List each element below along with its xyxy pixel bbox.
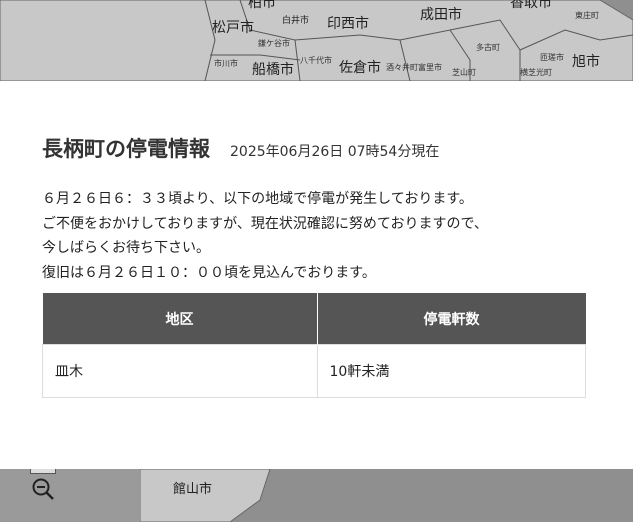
map-label: 船橋市 [252,62,294,78]
column-header-count: 停電軒数 [317,293,586,345]
message-line: 今しばらくお待ち下さい。 [42,240,210,256]
map-label: 匝瑳市 [540,53,564,62]
map-label: 香取市 [510,0,552,11]
page-title: 長柄町の停電情報 [42,137,210,161]
message-line: ご不便をおかけしておりますが、現在状況確認に努めておりますので、 [42,215,488,232]
outage-message: ６月２６日６：３３頃より、以下の地域で停電が発生しております。 ご不便をおかけし… [42,187,602,285]
map-label: 富里市 [418,63,442,72]
map-label: 旭市 [572,54,600,70]
map-label: 東庄町 [575,11,599,20]
table-header-row: 地区 停電軒数 [42,293,586,345]
map-label: 印西市 [327,16,369,32]
map-label: 成田市 [420,7,462,23]
map-label: 横芝光町 [520,68,552,77]
map-label: 多古町 [476,43,500,52]
map-label: 柏市 [248,0,276,11]
column-header-area: 地区 [42,293,318,345]
map-label: 酒々井町 [386,63,418,72]
table-row: 皿木 10軒未満 [42,344,586,398]
zoom-out-icon [32,478,54,500]
message-line: 復旧は６月２６日１０：００頃を見込んでおります。 [42,264,376,281]
zoom-in-button-edge[interactable] [30,469,56,474]
map-label: 市川市 [214,59,238,68]
cell-count: 10軒未満 [316,344,586,398]
outage-info-dialog: 長柄町の停電情報 2025年06月26日 07時54分現在 ６月２６日６：３３頃… [0,81,633,469]
zoom-out-button[interactable] [30,476,56,502]
map-label: 佐倉市 [339,60,381,76]
map-label: 白井市 [282,16,310,26]
outage-table: 地区 停電軒数 皿木 10軒未満 [42,293,586,398]
update-timestamp: 2025年06月26日 07時54分現在 [230,144,440,160]
map-label: 芝山町 [452,68,476,77]
cell-area: 皿木 [42,344,318,398]
message-line: ６月２６日６：３３頃より、以下の地域で停電が発生しております。 [42,191,473,207]
map-label: 鎌ケ谷市 [258,39,290,48]
map-label: 館山市 [173,482,213,497]
map-label: 八千代市 [300,56,332,65]
map-label: 松戸市 [212,20,254,36]
dialog-header: 長柄町の停電情報 2025年06月26日 07時54分現在 [42,133,439,163]
